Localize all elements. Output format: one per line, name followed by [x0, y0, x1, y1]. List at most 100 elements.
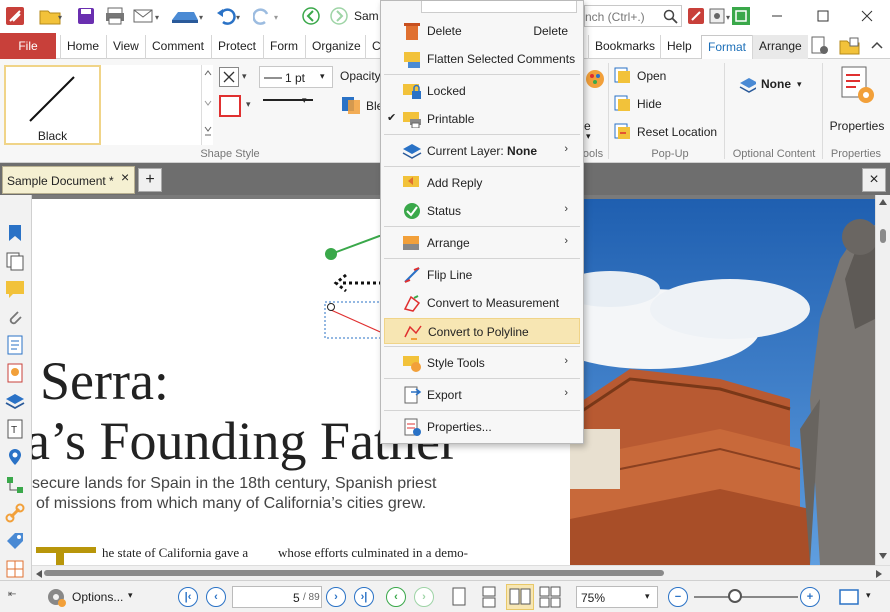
- minimize-button[interactable]: [754, 0, 800, 32]
- vertical-scroll-thumb[interactable]: [880, 229, 886, 243]
- menu-item-properties[interactable]: Properties...: [384, 414, 580, 440]
- menu-item-delete[interactable]: Delete Delete: [384, 18, 580, 44]
- open-folder-alt-icon[interactable]: [836, 36, 864, 56]
- fit-page-icon[interactable]: [838, 588, 860, 606]
- options-chevron-icon[interactable]: ▾: [128, 590, 133, 601]
- location-icon[interactable]: [5, 447, 25, 467]
- tools-chevron-icon[interactable]: ▾: [586, 131, 591, 142]
- tab-file[interactable]: File: [0, 33, 56, 59]
- open-folder-icon[interactable]: ▾: [34, 6, 68, 26]
- menu-item-flatten[interactable]: Flatten Selected Comments: [384, 46, 580, 72]
- style-preset-black[interactable]: Black: [4, 65, 101, 145]
- style-tools-icon[interactable]: [584, 67, 606, 91]
- pages-icon[interactable]: [5, 251, 25, 271]
- search-icon[interactable]: [663, 9, 679, 25]
- layers-icon[interactable]: [5, 391, 25, 411]
- collapse-ribbon-icon[interactable]: [868, 36, 886, 56]
- menu-item-export[interactable]: Export ›: [384, 382, 580, 408]
- zoom-select[interactable]: 75% ▾: [576, 586, 658, 608]
- layer-select-button[interactable]: None ▾: [738, 75, 802, 93]
- close-tab-icon[interactable]: ×: [121, 169, 129, 185]
- back-view-button[interactable]: ‹: [386, 587, 406, 607]
- tab-format[interactable]: Format: [701, 35, 754, 59]
- tab-home[interactable]: Home: [60, 35, 105, 59]
- view-options-chevron-icon[interactable]: ▾: [866, 590, 871, 601]
- single-page-view-icon[interactable]: [448, 586, 470, 608]
- scan-icon[interactable]: ▾: [168, 6, 208, 26]
- back-nav-icon[interactable]: [300, 6, 322, 26]
- forward-nav-icon[interactable]: [328, 6, 350, 26]
- attachment-icon[interactable]: [5, 307, 25, 327]
- zoom-slider-track[interactable]: [694, 596, 798, 598]
- content-icon[interactable]: T: [5, 419, 25, 439]
- measurement-panel-icon[interactable]: [5, 559, 25, 579]
- stroke-color-button[interactable]: [219, 95, 241, 117]
- tab-help[interactable]: Help: [660, 35, 698, 59]
- save-icon[interactable]: [74, 6, 98, 26]
- structure-icon[interactable]: [5, 475, 25, 495]
- tab-comment[interactable]: Comment: [145, 35, 210, 59]
- properties-button[interactable]: Properties: [830, 63, 884, 147]
- facing-view-button[interactable]: [506, 584, 534, 610]
- forward-view-button[interactable]: ›: [414, 587, 434, 607]
- feature-icon[interactable]: [686, 6, 706, 26]
- previous-page-button[interactable]: ‹: [206, 587, 226, 607]
- gallery-scroll[interactable]: [201, 65, 213, 145]
- close-window-button[interactable]: [844, 0, 890, 32]
- email-icon[interactable]: ▾: [130, 6, 164, 26]
- tag-icon[interactable]: [5, 531, 25, 551]
- comments-icon[interactable]: [5, 279, 25, 299]
- tab-bookmarks[interactable]: Bookmarks: [588, 35, 661, 59]
- continuous-facing-icon[interactable]: [538, 586, 562, 608]
- fullscreen-icon[interactable]: [730, 6, 752, 26]
- no-fill-button[interactable]: [219, 67, 239, 87]
- menu-item-locked[interactable]: Locked: [384, 78, 580, 104]
- menu-item-status[interactable]: Status ›: [384, 198, 580, 224]
- new-tab-button[interactable]: +: [138, 168, 162, 192]
- document-list-icon[interactable]: [5, 335, 25, 355]
- horizontal-scrollbar[interactable]: [32, 565, 890, 580]
- zoom-in-button[interactable]: +: [800, 587, 820, 607]
- tab-protect[interactable]: Protect: [211, 35, 262, 59]
- bookmark-icon[interactable]: [5, 223, 25, 243]
- collapse-status-icon[interactable]: ⇤: [8, 589, 16, 600]
- popup-hide-button[interactable]: Hide: [614, 95, 662, 113]
- line-width-select[interactable]: 1 pt ▾: [259, 66, 333, 88]
- page-number-input[interactable]: 5 / 89: [232, 586, 322, 608]
- close-document-button[interactable]: ×: [862, 168, 886, 192]
- link-icon[interactable]: [5, 503, 25, 523]
- tab-form[interactable]: Form: [263, 35, 304, 59]
- menu-item-convert-measurement[interactable]: Convert to Measurement: [384, 290, 580, 316]
- search-input[interactable]: nch (Ctrl+.): [584, 5, 682, 27]
- maximize-button[interactable]: [800, 0, 846, 32]
- menu-item-current-layer[interactable]: Current Layer: None ›: [384, 138, 580, 164]
- blend-mode-icon[interactable]: [340, 95, 362, 115]
- first-page-button[interactable]: |‹: [178, 587, 198, 607]
- next-page-button[interactable]: ›: [326, 587, 346, 607]
- stroke-dropdown-arrow-icon[interactable]: ▾: [246, 99, 251, 110]
- options-button[interactable]: Options...: [72, 590, 123, 604]
- options-gear-icon[interactable]: [44, 585, 68, 609]
- continuous-view-icon[interactable]: [478, 586, 500, 608]
- article-icon[interactable]: [5, 363, 25, 383]
- line-style-arrow-icon[interactable]: ▾: [302, 95, 307, 106]
- horizontal-scroll-thumb[interactable]: [44, 570, 664, 576]
- tab-organize[interactable]: Organize: [305, 35, 367, 59]
- popup-reset-button[interactable]: Reset Location: [614, 123, 717, 141]
- print-icon[interactable]: [102, 6, 128, 26]
- undo-icon[interactable]: ▾: [214, 6, 244, 26]
- document-settings-icon[interactable]: [808, 36, 832, 56]
- zoom-slider-thumb[interactable]: [728, 589, 742, 603]
- document-tab[interactable]: Sample Document * ×: [2, 166, 135, 194]
- redo-icon[interactable]: ▾: [252, 6, 282, 26]
- tab-arrange[interactable]: Arrange: [752, 35, 808, 59]
- menu-item-printable[interactable]: ✔ Printable: [384, 106, 580, 132]
- vertical-scrollbar[interactable]: [875, 195, 890, 565]
- popup-open-button[interactable]: Open: [614, 67, 666, 85]
- menu-item-add-reply[interactable]: Add Reply: [384, 170, 580, 196]
- fill-dropdown-arrow-icon[interactable]: ▾: [242, 71, 247, 82]
- menu-item-flip-line[interactable]: Flip Line: [384, 262, 580, 288]
- menu-item-arrange[interactable]: Arrange ›: [384, 230, 580, 256]
- zoom-out-button[interactable]: −: [668, 587, 688, 607]
- last-page-button[interactable]: ›|: [354, 587, 374, 607]
